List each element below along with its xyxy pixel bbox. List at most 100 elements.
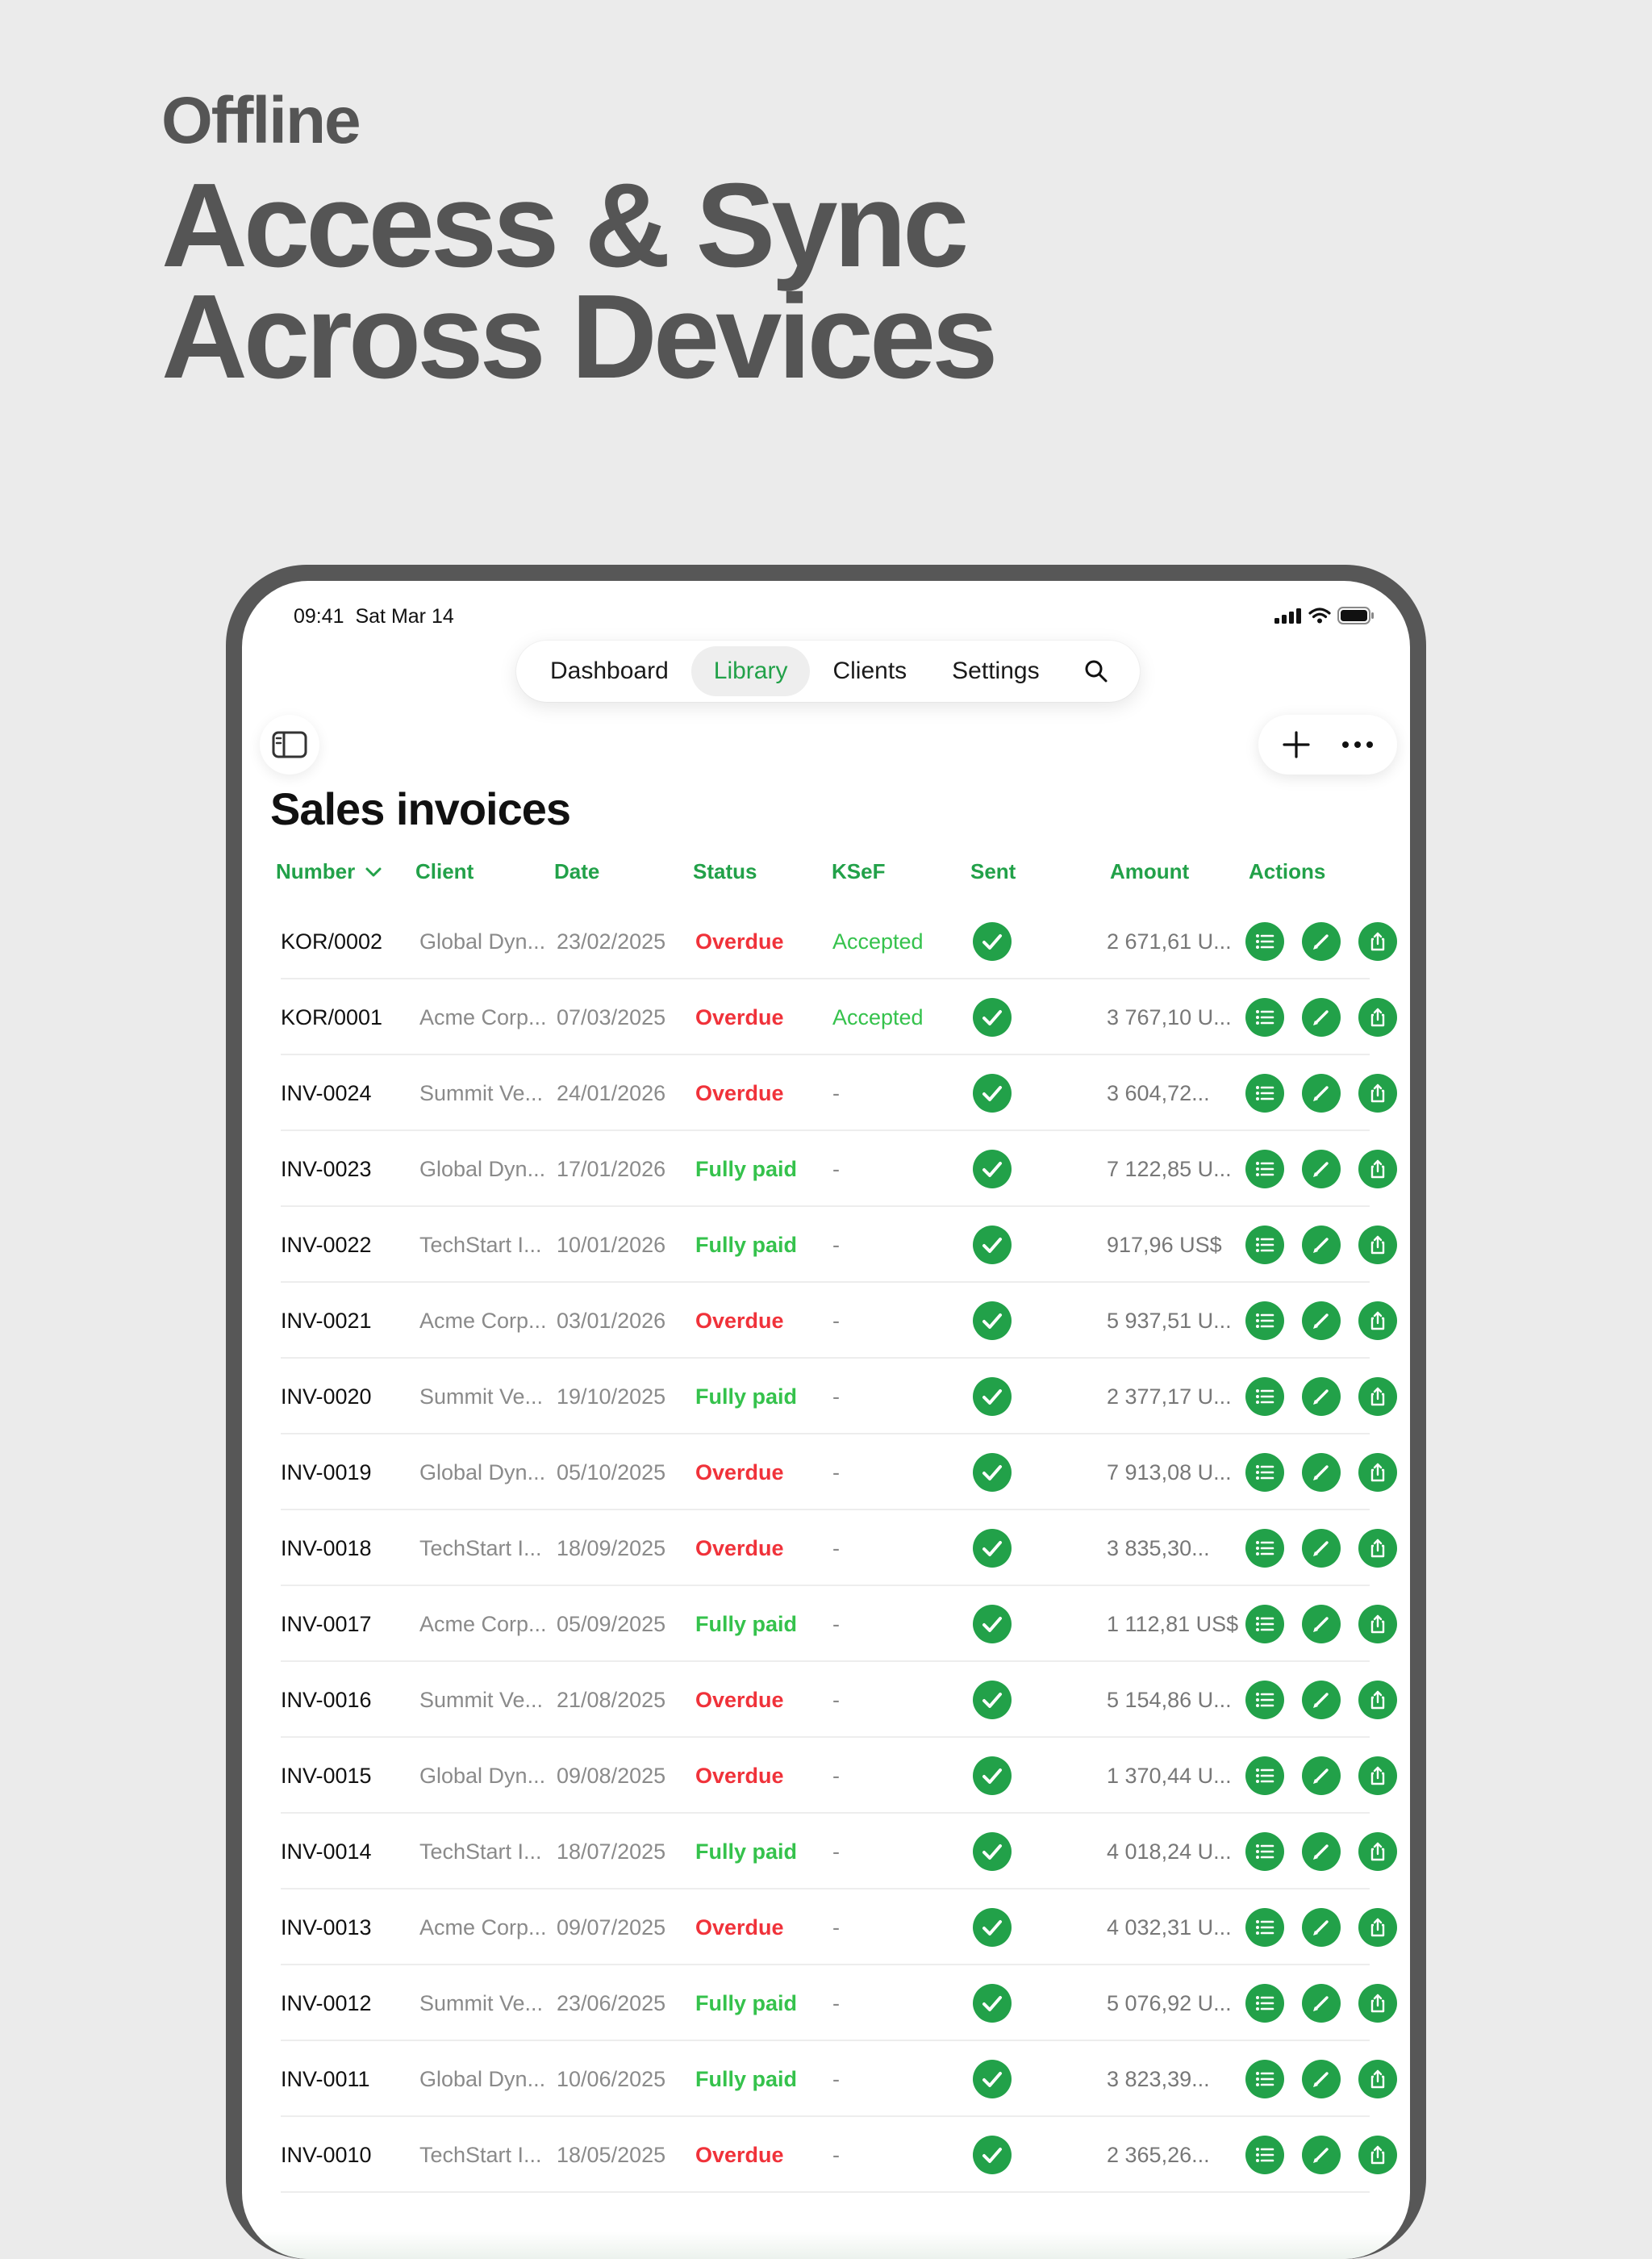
edit-button[interactable] xyxy=(1302,2060,1341,2098)
edit-button[interactable] xyxy=(1302,1681,1341,1719)
edit-button[interactable] xyxy=(1302,1984,1341,2023)
edit-button[interactable] xyxy=(1302,1301,1341,1340)
invoice-number: INV-0015 xyxy=(281,1763,372,1788)
details-button[interactable] xyxy=(1245,1529,1284,1568)
tab-library[interactable]: Library xyxy=(690,646,811,696)
edit-button[interactable] xyxy=(1302,922,1341,961)
edit-pencil-icon xyxy=(1313,2148,1329,2163)
details-button[interactable] xyxy=(1245,998,1284,1037)
edit-button[interactable] xyxy=(1302,1832,1341,1871)
sent-indicator xyxy=(973,1889,1012,1965)
table-row[interactable]: INV-0020 Summit Ve... 19/10/2025 Fully paid… xyxy=(242,1359,1410,1434)
share-button[interactable] xyxy=(1358,2060,1397,2098)
tab-settings[interactable]: Settings xyxy=(929,646,1062,696)
share-button[interactable] xyxy=(1358,1453,1397,1492)
details-button[interactable] xyxy=(1245,1226,1284,1264)
edit-button[interactable] xyxy=(1302,1226,1341,1264)
edit-button[interactable] xyxy=(1302,1756,1341,1795)
invoice-date: 17/01/2026 xyxy=(557,1156,666,1181)
add-button[interactable] xyxy=(1282,730,1311,759)
column-header-ksef[interactable]: KSeF xyxy=(832,859,885,884)
table-row[interactable]: INV-0022 TechStart I... 10/01/2026 Fully pa… xyxy=(242,1207,1410,1283)
share-button[interactable] xyxy=(1358,2136,1397,2174)
column-header-sent[interactable]: Sent xyxy=(970,859,1016,884)
share-button[interactable] xyxy=(1358,1681,1397,1719)
column-header-amount[interactable]: Amount xyxy=(1110,859,1189,884)
share-button[interactable] xyxy=(1358,1832,1397,1871)
table-row[interactable]: INV-0018 TechStart I... 18/09/2025 Overdue -… xyxy=(242,1510,1410,1586)
more-button[interactable] xyxy=(1341,741,1374,749)
edit-button[interactable] xyxy=(1302,1150,1341,1188)
details-button[interactable] xyxy=(1245,1605,1284,1643)
details-button[interactable] xyxy=(1245,1150,1284,1188)
table-row[interactable]: INV-0012 Summit Ve... 23/06/2025 Fully paid… xyxy=(242,1965,1410,2041)
invoice-status: Overdue xyxy=(695,1915,784,1940)
sidebar-toggle-button[interactable] xyxy=(260,715,319,775)
invoice-date: 10/06/2025 xyxy=(557,2066,666,2091)
details-button[interactable] xyxy=(1245,1984,1284,2023)
table-row[interactable]: KOR/0002 Global Dyn... 23/02/2025 Overdue Ac… xyxy=(242,904,1410,979)
table-row[interactable]: INV-0015 Global Dyn... 09/08/2025 Overdue - 1… xyxy=(242,1738,1410,1814)
invoice-amount: 5 076,92 U... xyxy=(1107,1990,1232,2015)
invoice-amount: 1 370,44 U... xyxy=(1107,1763,1232,1788)
tab-dashboard[interactable]: Dashboard xyxy=(528,646,691,696)
edit-button[interactable] xyxy=(1302,2136,1341,2174)
invoice-status: Overdue xyxy=(695,929,784,954)
share-button[interactable] xyxy=(1358,1377,1397,1416)
table-row[interactable]: INV-0010 TechStart I... 18/05/2025 Overdue -… xyxy=(242,2117,1410,2193)
column-header-status[interactable]: Status xyxy=(693,859,757,884)
table-row[interactable]: INV-0017 Acme Corp... 05/09/2025 Fully paid… xyxy=(242,1586,1410,1662)
details-button[interactable] xyxy=(1245,1756,1284,1795)
column-header-actions: Actions xyxy=(1249,859,1326,883)
edit-button[interactable] xyxy=(1302,1074,1341,1113)
details-button[interactable] xyxy=(1245,1377,1284,1416)
row-actions xyxy=(1245,1662,1397,1738)
details-button[interactable] xyxy=(1245,2060,1284,2098)
share-icon xyxy=(1370,1311,1385,1330)
invoice-date: 18/09/2025 xyxy=(557,1535,666,1560)
column-header-number[interactable]: Number xyxy=(276,859,382,884)
details-button[interactable] xyxy=(1245,1301,1284,1340)
column-header-date[interactable]: Date xyxy=(554,859,599,884)
table-row[interactable]: INV-0016 Summit Ve... 21/08/2025 Overdue - 5 … xyxy=(242,1662,1410,1738)
share-button[interactable] xyxy=(1358,1226,1397,1264)
details-button[interactable] xyxy=(1245,1908,1284,1947)
table-row[interactable]: KOR/0001 Acme Corp... 07/03/2025 Overdue Acc… xyxy=(242,979,1410,1055)
edit-button[interactable] xyxy=(1302,1529,1341,1568)
table-row[interactable]: INV-0023 Global Dyn... 17/01/2026 Fully pai… xyxy=(242,1131,1410,1207)
share-button[interactable] xyxy=(1358,1756,1397,1795)
details-button[interactable] xyxy=(1245,1681,1284,1719)
share-button[interactable] xyxy=(1358,998,1397,1037)
table-row[interactable]: INV-0021 Acme Corp... 03/01/2026 Overdue - 5 … xyxy=(242,1283,1410,1359)
search-button[interactable] xyxy=(1062,658,1120,684)
share-button[interactable] xyxy=(1358,1301,1397,1340)
details-button[interactable] xyxy=(1245,1074,1284,1113)
edit-button[interactable] xyxy=(1302,1453,1341,1492)
share-button[interactable] xyxy=(1358,1074,1397,1113)
table-row[interactable]: INV-0011 Global Dyn... 10/06/2025 Fully pai… xyxy=(242,2041,1410,2117)
edit-button[interactable] xyxy=(1302,998,1341,1037)
share-button[interactable] xyxy=(1358,1150,1397,1188)
table-row[interactable]: INV-0019 Global Dyn... 05/10/2025 Overdue - 7… xyxy=(242,1434,1410,1510)
edit-button[interactable] xyxy=(1302,1605,1341,1643)
share-button[interactable] xyxy=(1358,922,1397,961)
table-row[interactable]: INV-0024 Summit Ve... 24/01/2026 Overdue - 3 … xyxy=(242,1055,1410,1131)
sent-indicator xyxy=(973,1207,1012,1283)
details-button[interactable] xyxy=(1245,922,1284,961)
share-button[interactable] xyxy=(1358,1984,1397,2023)
invoice-status: Overdue xyxy=(695,1687,784,1712)
table-row[interactable]: INV-0014 TechStart I... 18/07/2025 Fully pa… xyxy=(242,1814,1410,1889)
details-button[interactable] xyxy=(1245,2136,1284,2174)
share-button[interactable] xyxy=(1358,1529,1397,1568)
invoice-status: Overdue xyxy=(695,1004,784,1029)
edit-button[interactable] xyxy=(1302,1908,1341,1947)
edit-button[interactable] xyxy=(1302,1377,1341,1416)
details-button[interactable] xyxy=(1245,1832,1284,1871)
checkmark-circle-icon xyxy=(973,1908,1012,1947)
details-button[interactable] xyxy=(1245,1453,1284,1492)
column-header-client[interactable]: Client xyxy=(415,859,473,884)
share-button[interactable] xyxy=(1358,1605,1397,1643)
tab-clients[interactable]: Clients xyxy=(810,646,929,696)
share-button[interactable] xyxy=(1358,1908,1397,1947)
table-row[interactable]: INV-0013 Acme Corp... 09/07/2025 Overdue - 4 … xyxy=(242,1889,1410,1965)
